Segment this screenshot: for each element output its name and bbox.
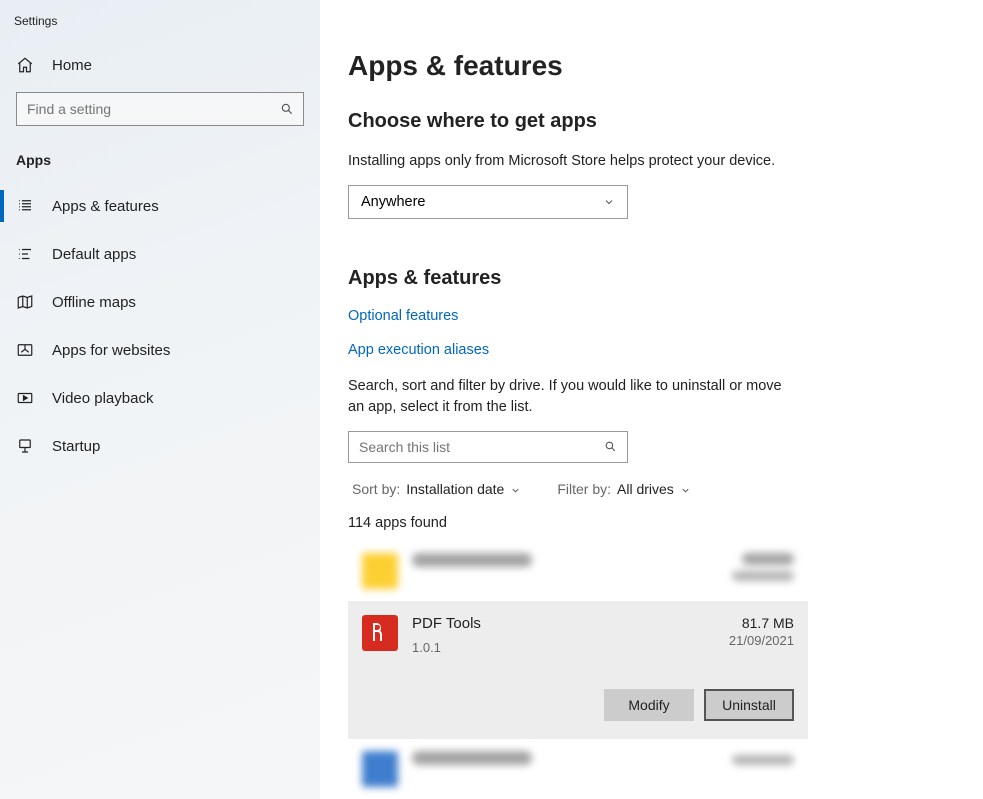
sidebar-item-offline-maps[interactable]: Offline maps <box>0 278 320 326</box>
filter-value: All drives <box>617 481 674 497</box>
sort-by[interactable]: Sort by: Installation date <box>352 481 521 497</box>
modify-button[interactable]: Modify <box>604 689 694 721</box>
apps-features-desc: Search, sort and filter by drive. If you… <box>348 376 798 417</box>
sidebar-item-startup[interactable]: Startup <box>0 422 320 470</box>
app-icon <box>362 751 398 787</box>
home-nav[interactable]: Home <box>0 46 320 92</box>
choose-title: Choose where to get apps <box>348 110 983 133</box>
sidebar-section: Apps <box>0 144 320 182</box>
sort-value: Installation date <box>406 481 504 497</box>
app-actions: Modify Uninstall <box>362 689 794 721</box>
app-source-select[interactable]: Anywhere <box>348 185 628 219</box>
list-search[interactable] <box>348 431 628 463</box>
startup-icon <box>16 437 34 455</box>
apps-count: 114 apps found <box>348 515 983 531</box>
app-row-selected[interactable]: PDF Tools 1.0.1 81.7 MB 21/09/2021 Modif… <box>348 601 808 739</box>
home-icon <box>16 56 34 74</box>
sidebar-item-apps-features[interactable]: Apps & features <box>0 182 320 230</box>
sidebar-item-video-playback[interactable]: Video playback <box>0 374 320 422</box>
app-date-blurred <box>732 571 794 581</box>
sort-label: Sort by: <box>352 481 400 497</box>
app-date: 21/09/2021 <box>729 633 794 648</box>
app-name-blurred <box>412 751 532 765</box>
defaults-icon <box>16 245 34 263</box>
app-size: 81.7 MB <box>729 615 794 631</box>
video-icon <box>16 389 34 407</box>
nav-label: Offline maps <box>52 294 136 311</box>
chevron-down-icon <box>510 483 521 494</box>
filter-label: Filter by: <box>557 481 611 497</box>
app-name-blurred <box>412 553 532 567</box>
app-date-blurred <box>732 755 794 765</box>
nav-label: Apps for websites <box>52 342 170 359</box>
list-search-input[interactable] <box>359 439 617 455</box>
choose-desc: Installing apps only from Microsoft Stor… <box>348 151 828 171</box>
sidebar-item-apps-for-websites[interactable]: Apps for websites <box>0 326 320 374</box>
apps-features-title: Apps & features <box>348 267 983 290</box>
search-icon <box>280 102 294 116</box>
search-icon <box>604 440 617 453</box>
nav-label: Default apps <box>52 246 136 263</box>
app-icon <box>362 553 398 589</box>
select-value: Anywhere <box>361 194 425 210</box>
app-name: PDF Tools <box>412 615 715 632</box>
page-title: Apps & features <box>348 50 983 82</box>
sidebar-search-input[interactable] <box>16 92 304 126</box>
chevron-down-icon <box>680 483 691 494</box>
sidebar: Settings Home Apps Apps & features Defau… <box>0 0 320 799</box>
sidebar-item-default-apps[interactable]: Default apps <box>0 230 320 278</box>
sidebar-search[interactable] <box>16 92 304 126</box>
app-row[interactable] <box>348 739 808 799</box>
main-content: Apps & features Choose where to get apps… <box>320 0 983 799</box>
window-title: Settings <box>0 8 320 46</box>
nav-label: Video playback <box>52 390 153 407</box>
chevron-down-icon <box>603 196 615 208</box>
uninstall-button[interactable]: Uninstall <box>704 689 794 721</box>
app-list: PDF Tools 1.0.1 81.7 MB 21/09/2021 Modif… <box>348 541 808 799</box>
app-icon <box>362 615 398 651</box>
optional-features-link[interactable]: Optional features <box>348 308 983 324</box>
home-label: Home <box>52 57 92 74</box>
filter-by[interactable]: Filter by: All drives <box>557 481 690 497</box>
filters: Sort by: Installation date Filter by: Al… <box>348 481 983 497</box>
app-version: 1.0.1 <box>412 640 715 655</box>
nav-label: Apps & features <box>52 198 159 215</box>
list-icon <box>16 197 34 215</box>
app-size-blurred <box>742 553 794 565</box>
app-row[interactable] <box>348 541 808 601</box>
app-execution-aliases-link[interactable]: App execution aliases <box>348 342 983 358</box>
websites-icon <box>16 341 34 359</box>
nav-label: Startup <box>52 438 100 455</box>
map-icon <box>16 293 34 311</box>
